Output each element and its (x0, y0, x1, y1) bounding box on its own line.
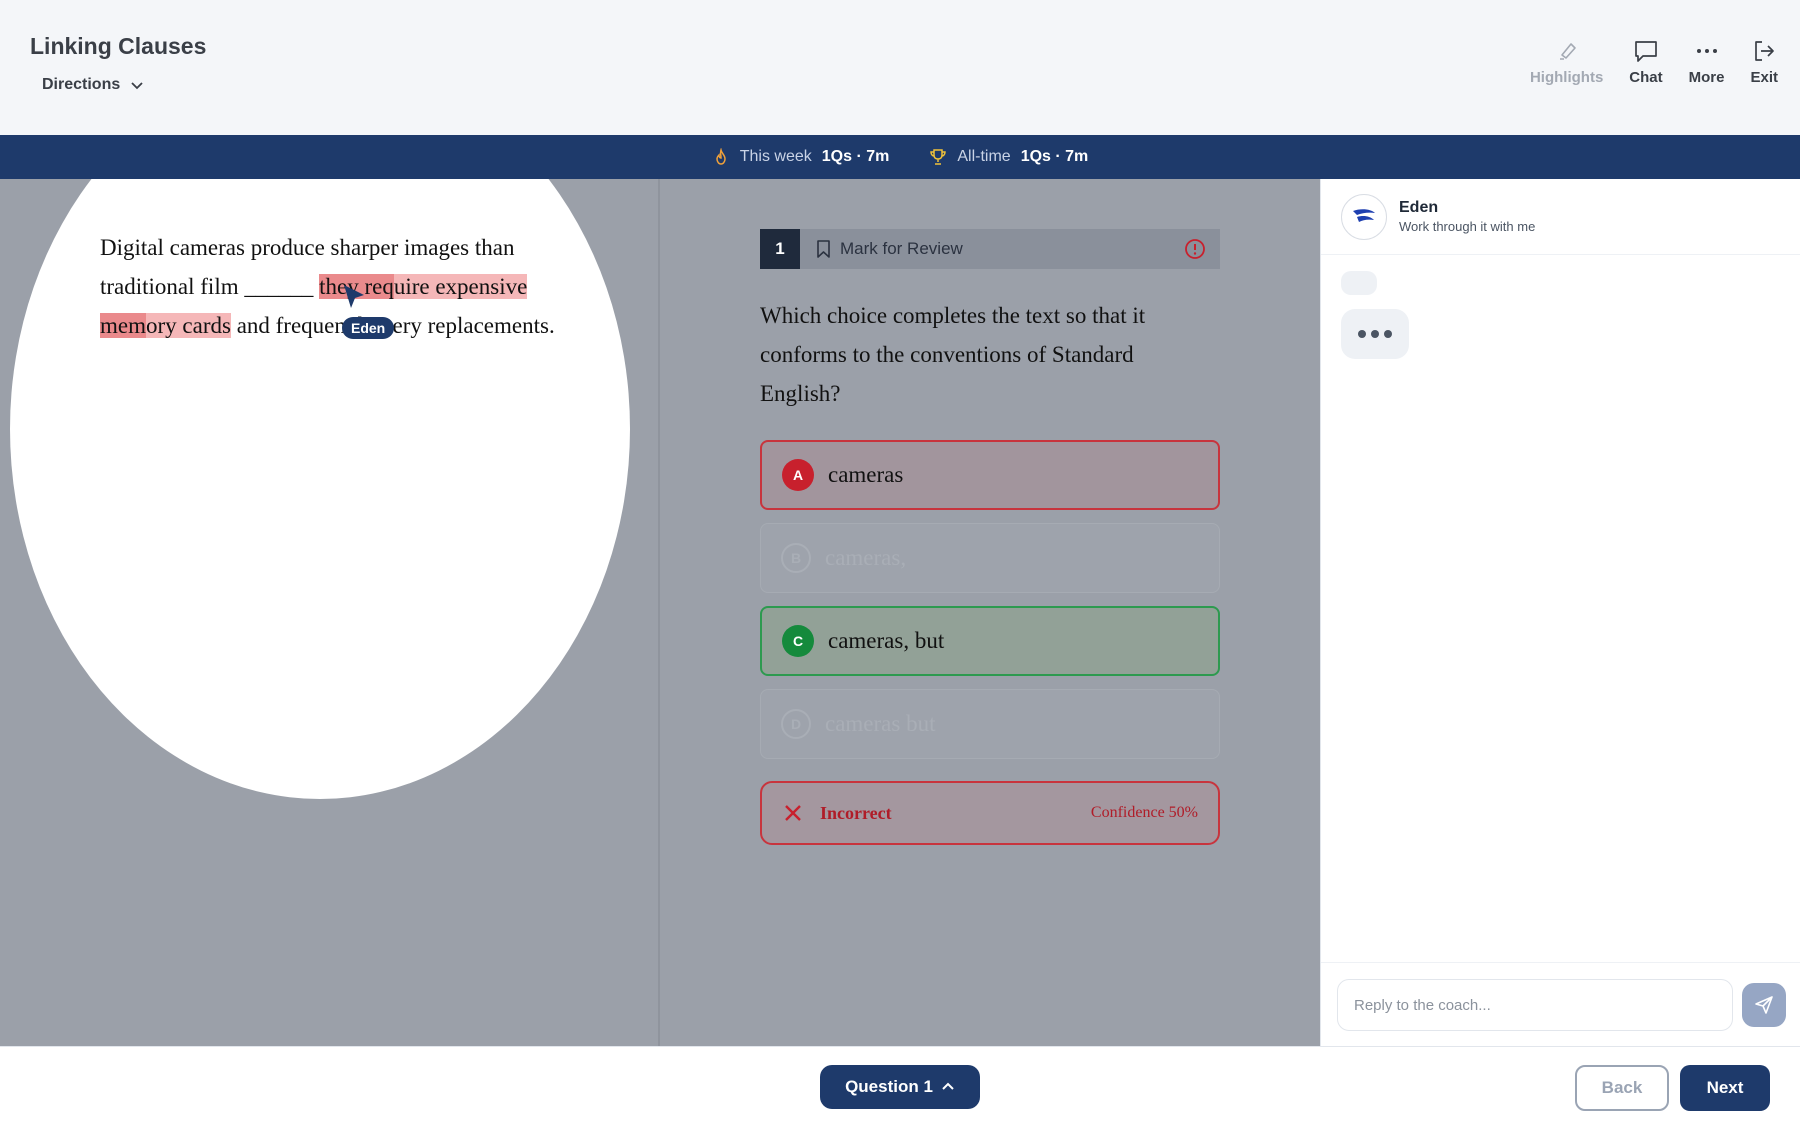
highlight-2[interactable]: ory cards (146, 313, 231, 338)
stats-bar: This week 1Qs · 7m All-time 1Qs · 7m (0, 135, 1800, 179)
bookmark-icon (817, 240, 830, 258)
choice-a[interactable]: A cameras (760, 440, 1220, 510)
send-icon (1755, 996, 1773, 1014)
choice-text: cameras, but (828, 628, 945, 653)
mark-for-review-button[interactable]: Mark for Review (816, 239, 963, 259)
cursor-label: Eden (342, 317, 395, 339)
typing-dot (1358, 330, 1366, 338)
choice-c[interactable]: C cameras, but (760, 606, 1220, 676)
stat-this-week: This week 1Qs · 7m (712, 148, 890, 166)
chat-footer (1321, 962, 1800, 1046)
passage-text: Digital cameras produce sharper images t… (100, 228, 560, 345)
coach-avatar (1341, 193, 1387, 240)
highlighter-icon (1559, 43, 1576, 60)
ellipsis-icon (1696, 49, 1717, 53)
choice-text: cameras, (825, 545, 907, 570)
more-label: More (1688, 69, 1725, 86)
mark-for-review-label: Mark for Review (840, 239, 963, 258)
chevron-up-icon (942, 1082, 954, 1090)
more-button[interactable]: More (1688, 38, 1725, 86)
coach-chat-panel: Eden Work through it with me (1320, 179, 1800, 1046)
question-number: 1 (760, 229, 800, 269)
choice-letter: B (781, 543, 811, 573)
stat-all-time: All-time 1Qs · 7m (929, 148, 1088, 166)
choice-b[interactable]: B cameras, (760, 523, 1220, 593)
chat-icon (1635, 41, 1657, 62)
question-header-bar: 1 Mark for Review (760, 229, 1220, 269)
exit-label: Exit (1750, 69, 1778, 86)
typing-dot (1384, 330, 1392, 338)
question-navigator-button[interactable]: Question 1 (820, 1065, 980, 1109)
chat-message-placeholder (1341, 271, 1377, 295)
choice-text: cameras (828, 462, 904, 487)
bottom-nav: Question 1 Back Next (0, 1046, 1800, 1125)
top-header: Linking Clauses Directions Highlights Ch… (0, 0, 1800, 135)
highlight-strong-2[interactable]: mem (100, 313, 146, 338)
report-alert-icon[interactable] (1184, 238, 1206, 260)
coach-subtitle: Work through it with me (1399, 219, 1536, 234)
pane-divider[interactable] (658, 179, 660, 1046)
typing-indicator (1341, 309, 1409, 359)
question-area: Digital cameras produce sharper images t… (0, 179, 1320, 1046)
result-label: Incorrect (820, 802, 892, 823)
choice-d[interactable]: D cameras but (760, 689, 1220, 759)
choice-text: cameras but (825, 711, 936, 736)
stat-week-value: 1Qs · 7m (821, 148, 890, 165)
question-prompt: Which choice completes the text so that … (760, 303, 1146, 406)
choice-letter: D (781, 709, 811, 739)
trophy-icon (930, 149, 947, 165)
stat-alltime-value: 1Qs · 7m (1020, 148, 1089, 165)
chat-header: Eden Work through it with me (1321, 179, 1800, 255)
chat-label: Chat (1629, 69, 1663, 86)
highlight-1[interactable]: uire expensive (393, 274, 528, 299)
header-toolbar: Highlights Chat More Exit (1530, 38, 1778, 86)
exit-button[interactable]: Exit (1750, 38, 1778, 86)
exit-icon (1755, 41, 1775, 61)
coach-logo-icon (1353, 208, 1375, 222)
result-banner: Incorrect Confidence 50% (760, 781, 1220, 845)
highlights-label: Highlights (1529, 69, 1604, 86)
directions-label: Directions (42, 76, 121, 93)
coach-name: Eden (1399, 199, 1439, 216)
page-title: Linking Clauses (30, 33, 207, 59)
typing-dot (1371, 330, 1379, 338)
question-pill-label: Question 1 (845, 1077, 933, 1096)
choice-letter: A (782, 459, 814, 491)
back-button[interactable]: Back (1575, 1065, 1669, 1111)
choice-letter: C (782, 625, 814, 657)
chat-button[interactable]: Chat (1629, 38, 1663, 86)
next-button[interactable]: Next (1680, 1065, 1770, 1111)
flame-icon (715, 148, 726, 165)
directions-toggle[interactable]: Directions (42, 76, 144, 94)
close-x-icon (785, 805, 801, 821)
confidence-label: Confidence 50% (1090, 804, 1198, 821)
highlights-button[interactable]: Highlights (1530, 38, 1603, 86)
send-button[interactable] (1742, 983, 1786, 1027)
reply-input[interactable] (1337, 979, 1733, 1031)
chevron-down-icon (131, 82, 143, 90)
cursor-pointer-icon (344, 285, 364, 308)
stat-week-label: This week (739, 148, 812, 165)
stat-alltime-label: All-time (957, 148, 1011, 165)
